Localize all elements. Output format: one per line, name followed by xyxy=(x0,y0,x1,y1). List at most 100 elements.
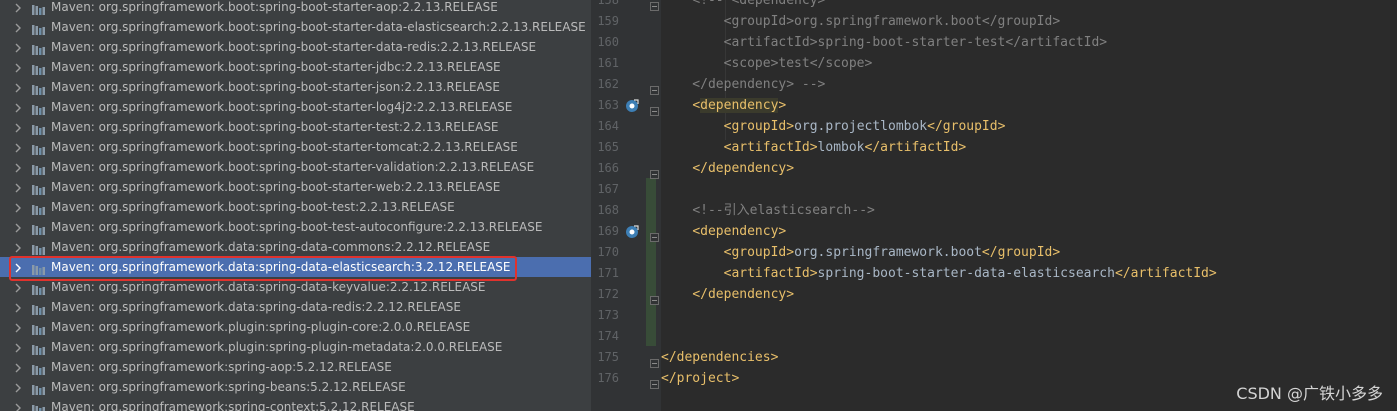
chevron-right-icon[interactable] xyxy=(13,140,23,154)
code-text: org.springframework.boot xyxy=(794,245,982,260)
fold-marker-icon[interactable] xyxy=(650,227,659,242)
code-line[interactable]: <!-- <dependency> xyxy=(661,0,825,11)
highlight-box xyxy=(9,256,517,281)
code-comment: <!--引入elasticsearch--> xyxy=(692,203,875,218)
tree-item[interactable]: Maven: org.springframework.boot:spring-b… xyxy=(0,117,591,137)
tree-item-label: Maven: org.springframework.boot:spring-b… xyxy=(51,180,501,194)
chevron-right-icon[interactable] xyxy=(13,400,23,411)
fold-marker-icon[interactable] xyxy=(650,0,659,11)
tree-item[interactable]: Maven: org.springframework.boot:spring-b… xyxy=(0,97,591,117)
chevron-right-icon[interactable] xyxy=(13,160,23,174)
tree-item[interactable]: Maven: org.springframework.boot:spring-b… xyxy=(0,0,591,17)
chevron-right-icon[interactable] xyxy=(13,20,23,34)
tree-item[interactable]: Maven: org.springframework.boot:spring-b… xyxy=(0,177,591,197)
chevron-right-icon[interactable] xyxy=(13,300,23,314)
chevron-right-icon[interactable] xyxy=(13,100,23,114)
chevron-right-icon[interactable] xyxy=(13,360,23,374)
code-line[interactable]: <groupId>org.springframework.boot</group… xyxy=(661,242,1061,263)
fold-marker-icon[interactable] xyxy=(650,80,659,95)
vcs-change-marker[interactable] xyxy=(646,178,656,346)
library-icon xyxy=(31,401,47,411)
library-icon xyxy=(31,1,47,15)
tree-item[interactable]: Maven: org.springframework.boot:spring-b… xyxy=(0,17,591,37)
code-line[interactable]: <scope>test</scope> xyxy=(661,53,873,74)
chevron-right-icon[interactable] xyxy=(13,60,23,74)
code-line[interactable]: <groupId>org.springframework.boot</group… xyxy=(661,11,1061,32)
code-line[interactable]: </dependencies> xyxy=(661,347,778,368)
code-line[interactable]: </dependency> xyxy=(661,284,794,305)
spring-bean-gutter-icon[interactable] xyxy=(625,224,639,238)
library-icon xyxy=(31,361,47,375)
line-number: 176 xyxy=(597,371,619,385)
tree-item-label: Maven: org.springframework:spring-beans:… xyxy=(51,380,406,394)
chevron-right-icon[interactable] xyxy=(13,80,23,94)
chevron-right-icon[interactable] xyxy=(13,40,23,54)
line-number: 162 xyxy=(597,77,619,91)
line-number: 160 xyxy=(597,35,619,49)
code-line[interactable]: <!--引入elasticsearch--> xyxy=(661,200,875,221)
chevron-right-icon[interactable] xyxy=(13,320,23,334)
chevron-right-icon[interactable] xyxy=(13,120,23,134)
code-line[interactable]: <artifactId>spring-boot-starter-data-ela… xyxy=(661,263,1217,284)
code-line[interactable]: </project> xyxy=(661,368,739,389)
tree-item[interactable]: Maven: org.springframework:spring-contex… xyxy=(0,397,591,411)
tree-item[interactable]: Maven: org.springframework.boot:spring-b… xyxy=(0,217,591,237)
code-line[interactable]: <dependency> xyxy=(661,221,786,242)
tree-item[interactable]: Maven: org.springframework:spring-beans:… xyxy=(0,377,591,397)
fold-marker-icon[interactable] xyxy=(650,353,659,368)
tree-item-label: Maven: org.springframework.plugin:spring… xyxy=(51,340,503,354)
library-icon xyxy=(31,41,47,55)
fold-marker-icon[interactable] xyxy=(650,374,659,389)
tree-item[interactable]: Maven: org.springframework.boot:spring-b… xyxy=(0,77,591,97)
tree-item[interactable]: Maven: org.springframework.data:spring-d… xyxy=(0,237,591,257)
code-line[interactable]: <artifactId>lombok</artifactId> xyxy=(661,137,967,158)
line-number: 175 xyxy=(597,350,619,364)
chevron-right-icon[interactable] xyxy=(13,0,23,14)
code-line[interactable]: <groupId>org.projectlombok</groupId> xyxy=(661,116,1006,137)
code-line[interactable]: <artifactId>spring-boot-starter-test</ar… xyxy=(661,32,1108,53)
fold-marker-icon[interactable] xyxy=(650,164,659,179)
code-line[interactable]: </dependency> --> xyxy=(661,74,825,95)
tree-item-label: Maven: org.springframework:spring-aop:5.… xyxy=(51,360,392,374)
tree-item[interactable]: Maven: org.springframework.boot:spring-b… xyxy=(0,137,591,157)
code-line[interactable]: <dependency> xyxy=(661,95,786,116)
tree-item[interactable]: Maven: org.springframework.boot:spring-b… xyxy=(0,57,591,77)
library-icon xyxy=(31,21,47,35)
line-number: 164 xyxy=(597,119,619,133)
code-tag: </groupId> xyxy=(927,119,1006,134)
code-tag: < xyxy=(692,98,701,113)
line-number: 163 xyxy=(597,98,619,112)
code-tag: <dependency> xyxy=(692,224,787,239)
chevron-right-icon[interactable] xyxy=(13,200,23,214)
tree-item[interactable]: Maven: org.springframework.plugin:spring… xyxy=(0,337,591,357)
chevron-right-icon[interactable] xyxy=(13,280,23,294)
tree-item-label: Maven: org.springframework.boot:spring-b… xyxy=(51,20,586,34)
library-icon xyxy=(31,321,47,335)
line-number: 165 xyxy=(597,140,619,154)
line-number: 171 xyxy=(597,266,619,280)
chevron-right-icon[interactable] xyxy=(13,180,23,194)
spring-bean-gutter-icon[interactable] xyxy=(625,98,639,112)
fold-marker-icon[interactable] xyxy=(650,101,659,116)
line-number: 172 xyxy=(597,287,619,301)
chevron-right-icon[interactable] xyxy=(13,220,23,234)
code-tag: <groupId> xyxy=(723,119,795,134)
tree-item[interactable]: Maven: org.springframework.boot:spring-b… xyxy=(0,157,591,177)
library-icon xyxy=(31,381,47,395)
tree-item[interactable]: Maven: org.springframework:spring-aop:5.… xyxy=(0,357,591,377)
tree-item[interactable]: Maven: org.springframework.plugin:spring… xyxy=(0,317,591,337)
chevron-right-icon[interactable] xyxy=(13,380,23,394)
line-number: 174 xyxy=(597,329,619,343)
fold-marker-icon[interactable] xyxy=(650,290,659,305)
chevron-right-icon[interactable] xyxy=(13,240,23,254)
code-line[interactable]: </dependency> xyxy=(661,158,794,179)
code-tag: </artifactId> xyxy=(1114,266,1217,281)
tree-item[interactable]: Maven: org.springframework.boot:spring-b… xyxy=(0,37,591,57)
tree-item[interactable]: Maven: org.springframework.boot:spring-b… xyxy=(0,197,591,217)
chevron-right-icon[interactable] xyxy=(13,340,23,354)
code-tag: dependency xyxy=(700,98,779,113)
tree-item[interactable]: Maven: org.springframework.data:spring-d… xyxy=(0,297,591,317)
library-icon xyxy=(31,181,47,195)
